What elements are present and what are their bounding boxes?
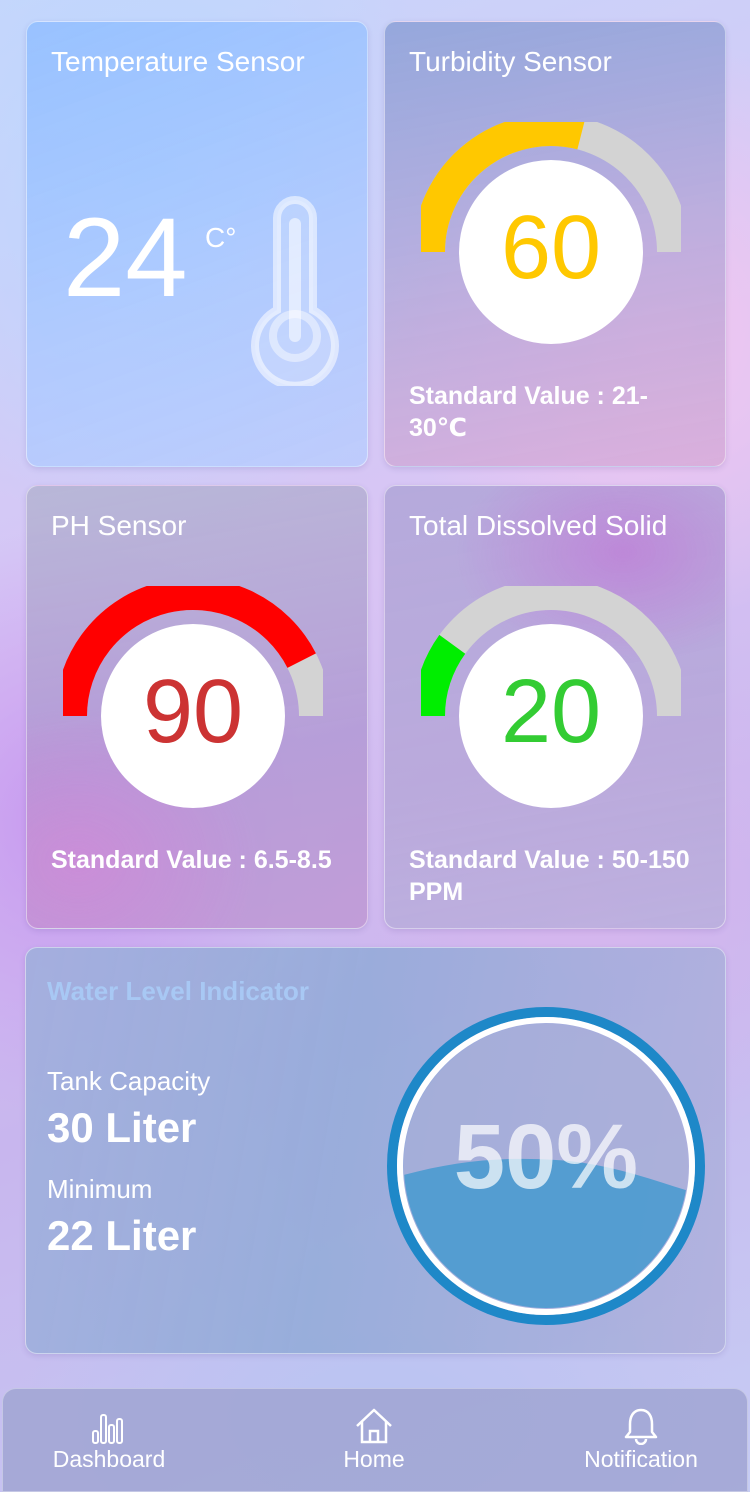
nav-home[interactable]: Home [274,1389,474,1489]
tds-standard: Standard Value : 50-150 PPM [409,846,690,906]
ph-title: PH Sensor [51,510,187,541]
ph-card[interactable]: PH Sensor 90 Standard Value : 6.5-8.5 [26,485,368,929]
temperature-card[interactable]: Temperature Sensor 24 C° [26,21,368,467]
minimum-label: Minimum [47,1174,153,1204]
water-level-title: Water Level Indicator [47,976,309,1006]
turbidity-card[interactable]: Turbidity Sensor 60 Standard Value : 21-… [384,21,726,467]
nav-home-label: Home [343,1446,405,1472]
ph-value: 90 [142,662,244,762]
nav-notification[interactable]: Notification [541,1389,741,1489]
tds-value: 20 [500,662,602,762]
bottom-nav: Dashboard Home Notification [2,1388,748,1492]
thermometer-icon [251,196,339,386]
ph-standard: Standard Value : 6.5-8.5 [51,846,332,874]
tank-capacity-value: 30 Liter [47,1104,197,1151]
bar-chart-icon [92,1414,123,1444]
temperature-value: 24 [63,195,188,320]
turbidity-gauge: 60 [413,114,689,352]
tds-gauge: 20 [413,578,689,816]
turbidity-standard: Standard Value : 21-30℃ [409,382,648,442]
turbidity-value: 60 [500,198,602,298]
turbidity-title: Turbidity Sensor [409,46,612,77]
nav-dashboard-label: Dashboard [52,1446,166,1472]
nav-notification-label: Notification [584,1446,698,1472]
tds-title: Total Dissolved Solid [409,510,668,541]
nav-dashboard[interactable]: Dashboard [9,1389,209,1489]
temperature-title: Temperature Sensor [51,46,305,77]
bell-icon [624,1408,658,1445]
minimum-value: 22 Liter [47,1212,197,1259]
temperature-unit: C° [205,222,237,253]
water-level-card[interactable]: Water Level Indicator Tank Capacity 30 L… [25,947,726,1354]
tds-card[interactable]: Total Dissolved Solid 20 Standard Value … [384,485,726,929]
tank-capacity-label: Tank Capacity [47,1066,211,1096]
water-level-gauge: 50% [386,1006,706,1326]
water-level-percent: 50% [453,1106,639,1208]
home-icon [356,1408,392,1444]
ph-gauge: 90 [55,578,331,816]
